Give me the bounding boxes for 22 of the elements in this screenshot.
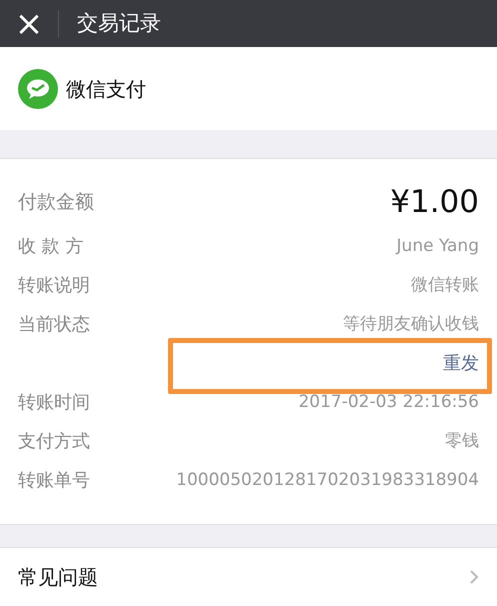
detail-label: 转账单号: [18, 469, 90, 493]
detail-value: 等待朋友确认收钱: [343, 312, 479, 336]
detail-label: 当前状态: [18, 313, 90, 337]
amount-label: 付款金额: [18, 190, 94, 215]
chevron-right-icon: [470, 570, 479, 584]
close-button[interactable]: ×: [0, 6, 58, 40]
resend-link[interactable]: 重发: [443, 350, 479, 377]
detail-label: 转账时间: [18, 391, 90, 415]
detail-label: 转账说明: [18, 274, 90, 298]
amount-value: ¥1.00: [390, 182, 479, 222]
detail-label: 支付方式: [18, 430, 90, 454]
detail-value: 零钱: [445, 430, 479, 453]
faq-row[interactable]: 常见问题: [0, 547, 497, 606]
brand-name: 微信支付: [66, 76, 146, 102]
detail-value: 2017-02-03 22:16:56: [298, 390, 479, 414]
faq-label: 常见问题: [18, 564, 98, 591]
detail-label: 收 款 方: [18, 235, 84, 259]
chat-bubble-icon: [18, 68, 58, 108]
detail-value: 1000050201281702031983318904: [176, 468, 479, 492]
detail-value: June Yang: [396, 234, 479, 258]
detail-value: 微信转账: [411, 274, 479, 297]
page-title: 交易记录: [77, 10, 161, 37]
